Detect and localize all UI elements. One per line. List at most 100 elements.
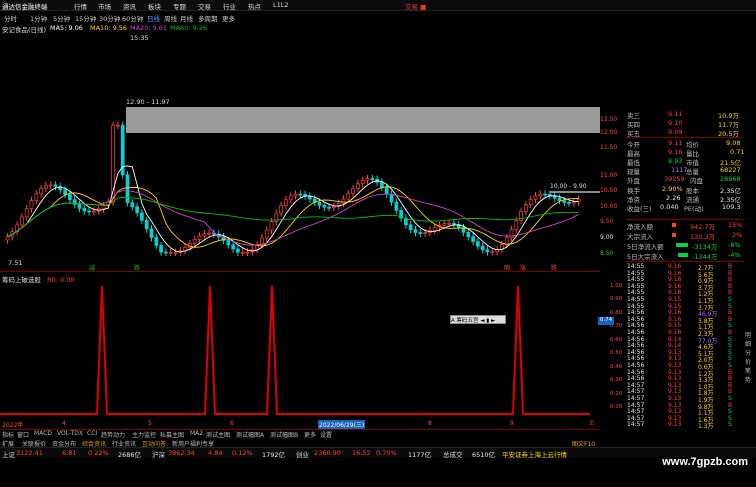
price-tick: 10.00: [600, 203, 618, 210]
time-label: E: [590, 420, 594, 427]
flow-value: 942.7万: [690, 223, 716, 231]
marker-5: 跌: [551, 264, 557, 272]
side-tab[interactable]: 细: [745, 339, 755, 348]
cy-amount: 1177亿: [408, 451, 432, 459]
candle-body: [322, 204, 327, 208]
candle-body: [332, 205, 336, 208]
quote-value: 28968: [720, 175, 741, 183]
period-more[interactable]: 更多: [222, 13, 235, 23]
period-15min[interactable]: 15分钟: [75, 13, 96, 23]
trade-shortcut[interactable]: 交易 ■: [405, 1, 426, 11]
candle-body: [192, 239, 197, 244]
candle-body: [269, 221, 274, 231]
side-tab[interactable]: 价: [745, 357, 755, 366]
tab-more[interactable]: 更多: [304, 430, 316, 439]
period-60min[interactable]: 60分钟: [122, 13, 143, 23]
tab-private[interactable]: 私募主图: [160, 430, 184, 439]
ob-price: 9.09: [668, 128, 683, 136]
period-weekly[interactable]: 周线: [164, 13, 177, 23]
candle-body: [39, 188, 43, 195]
cy-change: 16.52: [352, 449, 371, 457]
indicator-cursor-value: 0.74: [598, 317, 614, 325]
menu-market[interactable]: 市场: [98, 1, 111, 11]
sz-label[interactable]: 沪深: [152, 449, 165, 459]
menu-news[interactable]: 资讯: [123, 1, 136, 11]
flow-value: -3134万: [692, 243, 718, 251]
candle-body: [231, 244, 235, 250]
tab-window[interactable]: 窗口: [17, 430, 29, 439]
tab-test-b[interactable]: 测试幅图B: [270, 430, 298, 439]
tab-test-main[interactable]: 测试主图: [206, 430, 230, 439]
candle-body: [20, 216, 24, 226]
tick-time: 14:57: [627, 421, 645, 429]
menu-sectors[interactable]: 板块: [148, 1, 161, 11]
tab-vol[interactable]: VOL-TDX: [57, 430, 83, 437]
period-1min[interactable]: 1分钟: [30, 13, 47, 23]
tab-indicator[interactable]: 指标: [2, 430, 14, 439]
menu-quotes[interactable]: 行情: [74, 1, 87, 11]
menu-industry[interactable]: 行业: [223, 1, 236, 11]
time-label: 6: [230, 420, 234, 427]
tick-list[interactable]: 14:55 9.16 2.7万 B 14:55 9.16 5.6万 B 14:55 9.16 0.9…: [626, 263, 744, 429]
menu-topics[interactable]: 专题: [173, 1, 186, 11]
tab-cci[interactable]: CCI: [87, 430, 97, 437]
quote-label: 内盘: [690, 177, 703, 185]
indicator-tick: 0.80: [610, 310, 623, 316]
cy-label[interactable]: 创业: [296, 449, 309, 459]
side-tab[interactable]: 分: [745, 348, 755, 357]
period-daily[interactable]: 日线: [147, 13, 160, 23]
fund-flow-panel: 净流入额 942.7万 15% 大宗流入 130.3万 2% 5日净流入额 -3134万 -…: [626, 221, 744, 261]
side-tab[interactable]: 笔: [745, 366, 755, 375]
app-title: 通达信金融终端: [2, 3, 48, 11]
period-30min[interactable]: 30分钟: [99, 13, 120, 23]
total-label: 总成交: [443, 451, 463, 459]
tab-monitor[interactable]: 主力监控: [132, 430, 156, 439]
title-bar: 通达信金融终端 行情 市场 资讯 板块 专题 交易 行业 热点 L1L2 交易 …: [0, 0, 756, 11]
candle-body: [173, 251, 178, 254]
menu-trade[interactable]: 交易: [198, 1, 211, 11]
candle-body: [130, 202, 135, 208]
candle-body: [447, 222, 451, 225]
marker-3: 明: [504, 265, 510, 272]
tab-macd[interactable]: MACD: [34, 430, 52, 437]
tab-settings[interactable]: 设置: [320, 430, 332, 439]
candle-body: [68, 194, 72, 200]
time-cursor-label: 2022/06/29(三): [318, 420, 366, 429]
indicator-tick: 0.90: [610, 296, 623, 302]
tab-test-a[interactable]: 测试幅图A: [236, 430, 264, 439]
order-book: 卖三 9.11 10.9万 买四 9.10 11.7万 买五 9.09 20.5万: [626, 110, 744, 138]
flow-pct: -8%: [728, 241, 741, 249]
candle-body: [154, 237, 159, 246]
kline-chart[interactable]: 12.90 - 11.97 15.35 7.51 10.00 - 9.90 减 …: [0, 34, 600, 272]
period-multi[interactable]: 多周期: [198, 13, 218, 23]
chip-toolbox[interactable]: A 筹码五宫 ◄ ▮ ►: [450, 315, 506, 324]
candle-body: [557, 197, 562, 201]
menu-l1l2[interactable]: L1L2: [273, 1, 289, 9]
side-tab[interactable]: 势: [745, 375, 755, 384]
quote-value: 0.71: [730, 148, 745, 156]
tab-trend[interactable]: 趋势动力: [101, 430, 125, 439]
flow-up-marker: [672, 223, 676, 227]
quote-value: 109.3: [722, 203, 741, 211]
price-tick: 10.50: [600, 187, 618, 194]
period-monthly[interactable]: 月线: [180, 13, 193, 23]
menu-hot[interactable]: 热点: [248, 1, 261, 11]
candle-body: [202, 233, 207, 237]
price-axis: 12.50 12.00 11.50 11.00 10.50 10.00 9.50…: [600, 110, 626, 270]
time-label: 5: [148, 420, 152, 427]
period-intraday[interactable]: 分时: [4, 13, 17, 23]
chip-band: [126, 107, 600, 133]
sh-label[interactable]: 上证: [2, 449, 15, 459]
candle-body: [538, 193, 543, 197]
flow-down-bar: [678, 253, 688, 257]
side-tab[interactable]: 明: [745, 330, 755, 339]
tab-ma2[interactable]: MA2: [190, 430, 203, 437]
quote-label: 外盘: [627, 177, 640, 185]
marker-1: 减: [89, 264, 95, 272]
flow-down-bar: [676, 243, 688, 247]
indicator-chart[interactable]: [0, 272, 600, 430]
quote-label: PE(动): [684, 205, 704, 213]
period-5min[interactable]: 5分钟: [53, 13, 70, 23]
candle-body: [384, 187, 389, 195]
divider: [626, 137, 744, 138]
